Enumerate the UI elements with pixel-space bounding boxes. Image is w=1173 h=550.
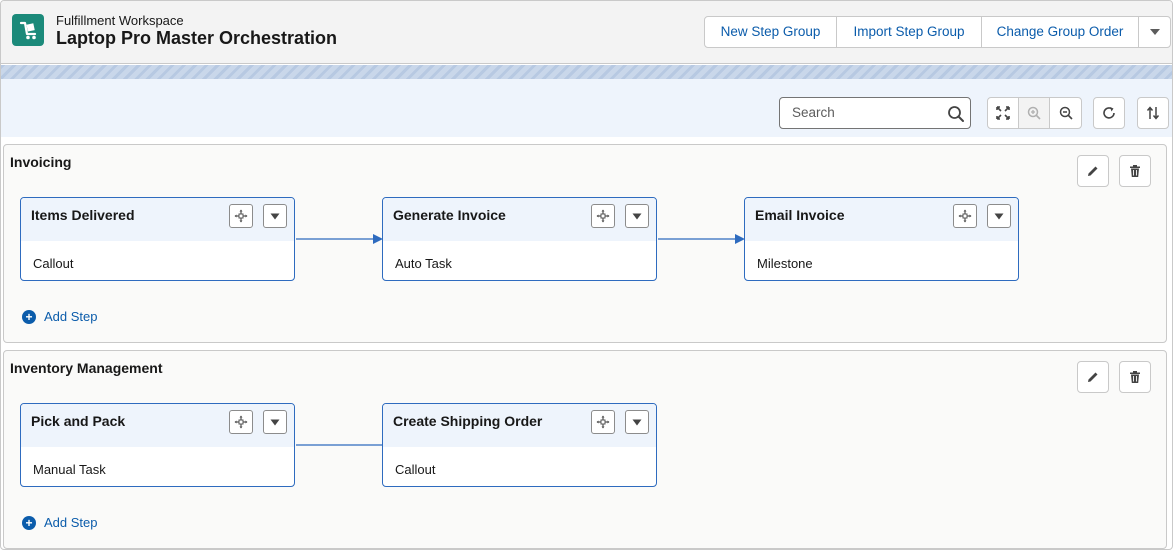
add-icon: + <box>22 309 36 324</box>
step-connector-arrow <box>658 234 745 244</box>
step-group-invoicing: Invoicing Items Delivered Callout Genera… <box>3 144 1167 343</box>
edit-group-button[interactable] <box>1077 361 1109 393</box>
sort-icon <box>1146 106 1160 120</box>
search-icon <box>947 105 965 126</box>
search-input[interactable]: Search <box>779 97 971 129</box>
step-menu-button[interactable] <box>625 410 649 434</box>
step-menu-button[interactable] <box>263 204 287 228</box>
zoom-controls <box>987 97 1082 129</box>
add-icon: + <box>22 515 36 530</box>
step-menu-button[interactable] <box>263 410 287 434</box>
chevron-down-icon <box>632 419 642 425</box>
step-type: Callout <box>33 256 74 271</box>
connector-icon <box>596 415 610 429</box>
step-name: Generate Invoice <box>393 207 506 223</box>
delete-icon <box>1130 165 1140 177</box>
delete-group-button[interactable] <box>1119 361 1151 393</box>
chevron-down-icon <box>632 213 642 219</box>
import-step-group-button[interactable]: Import Step Group <box>837 17 982 47</box>
refresh-button[interactable] <box>1093 97 1125 129</box>
connector-icon <box>596 209 610 223</box>
step-type: Auto Task <box>395 256 452 271</box>
zoom-out-button[interactable] <box>1050 98 1081 128</box>
step-name: Create Shipping Order <box>393 413 543 429</box>
chevron-down-icon <box>994 213 1004 219</box>
step-card[interactable]: Create Shipping Order Callout <box>382 403 657 487</box>
edit-icon <box>1088 372 1098 382</box>
chevron-down-icon <box>270 213 280 219</box>
connector-icon <box>234 209 248 223</box>
connect-step-button[interactable] <box>591 410 615 434</box>
app-icon <box>12 14 44 46</box>
step-type: Milestone <box>757 256 813 271</box>
step-menu-button[interactable] <box>625 204 649 228</box>
step-group-name: Invoicing <box>10 154 72 170</box>
connect-step-button[interactable] <box>229 410 253 434</box>
step-connector-line <box>296 444 382 446</box>
step-name: Pick and Pack <box>31 413 126 429</box>
fit-to-screen-button[interactable] <box>988 98 1019 128</box>
step-group-inventory-management: Inventory Management Pick and Pack Manua… <box>3 350 1167 549</box>
change-group-order-button[interactable]: Change Group Order <box>982 17 1139 47</box>
more-actions-button[interactable] <box>1139 17 1170 47</box>
sort-button[interactable] <box>1137 97 1169 129</box>
connector-icon <box>958 209 972 223</box>
refresh-icon <box>1103 107 1115 119</box>
decorative-banner <box>1 65 1172 79</box>
delete-icon <box>1130 371 1140 383</box>
step-menu-button[interactable] <box>987 204 1011 228</box>
chevron-down-icon <box>270 419 280 425</box>
edit-group-button[interactable] <box>1077 155 1109 187</box>
connector-icon <box>234 415 248 429</box>
new-step-group-button[interactable]: New Step Group <box>705 17 837 47</box>
step-connector-arrow <box>296 234 383 244</box>
step-card[interactable]: Items Delivered Callout <box>20 197 295 281</box>
zoom-in-button[interactable] <box>1019 98 1050 128</box>
add-step-button[interactable]: + Add Step <box>22 309 98 324</box>
chevron-down-icon <box>1149 29 1160 35</box>
connect-step-button[interactable] <box>591 204 615 228</box>
step-group-name: Inventory Management <box>10 360 163 376</box>
fit-to-screen-icon <box>996 106 1010 120</box>
step-card[interactable]: Email Invoice Milestone <box>744 197 1019 281</box>
step-type: Manual Task <box>33 462 106 477</box>
delete-group-button[interactable] <box>1119 155 1151 187</box>
edit-icon <box>1088 166 1098 176</box>
header-button-group: New Step Group Import Step Group Change … <box>704 16 1171 48</box>
add-step-button[interactable]: + Add Step <box>22 515 98 530</box>
workspace-label: Fulfillment Workspace <box>56 13 184 28</box>
zoom-out-icon <box>1059 106 1073 120</box>
search-placeholder: Search <box>792 105 835 120</box>
step-card[interactable]: Generate Invoice Auto Task <box>382 197 657 281</box>
zoom-in-icon <box>1027 106 1041 120</box>
connect-step-button[interactable] <box>953 204 977 228</box>
step-name: Items Delivered <box>31 207 135 223</box>
orchestration-window: Fulfillment Workspace Laptop Pro Master … <box>0 0 1173 550</box>
step-name: Email Invoice <box>755 207 845 223</box>
page-header: Fulfillment Workspace Laptop Pro Master … <box>1 1 1172 64</box>
add-step-label: Add Step <box>44 309 98 324</box>
connect-step-button[interactable] <box>229 204 253 228</box>
page-title: Laptop Pro Master Orchestration <box>56 28 338 48</box>
step-card[interactable]: Pick and Pack Manual Task <box>20 403 295 487</box>
add-step-label: Add Step <box>44 515 98 530</box>
step-type: Callout <box>395 462 436 477</box>
